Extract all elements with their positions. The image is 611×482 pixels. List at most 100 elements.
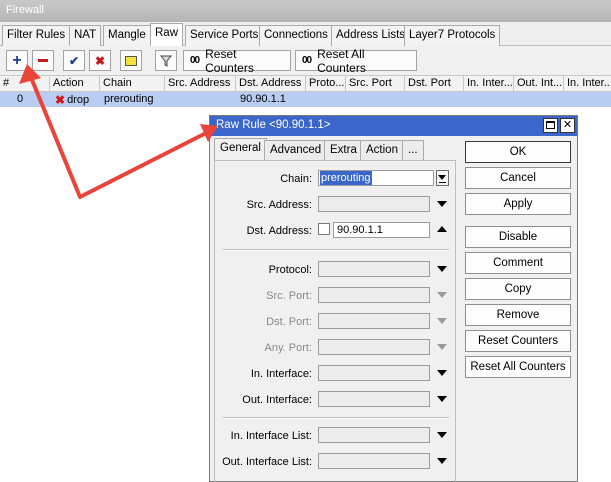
reset-all-counters-button[interactable]: Reset All Counters [465,356,571,378]
divider [223,249,449,251]
chevron-down-icon[interactable] [437,396,447,402]
dialog-tab-action[interactable]: Action [360,140,404,160]
column-header-dst-port[interactable]: Dst. Port [405,76,464,92]
minus-icon [38,59,48,62]
tab-connections[interactable]: Connections [259,25,333,46]
copy-button[interactable]: Copy [465,278,571,300]
reset-counters-button[interactable]: 00 Reset Counters [183,47,291,75]
row-action-label: drop [67,93,90,106]
column-header-number[interactable]: # [0,76,50,92]
column-header-action[interactable]: Action [50,76,100,92]
column-header-src-port[interactable]: Src. Port [346,76,405,92]
column-header-dst-address[interactable]: Dst. Address [236,76,306,92]
ok-button[interactable]: OK [465,141,571,163]
add-button[interactable]: + [6,50,28,71]
drop-icon: ✖ [55,92,66,107]
reset-counters-button[interactable]: Reset Counters [465,330,571,352]
tab-nat[interactable]: NAT [69,25,102,46]
dialog-tab-advanced[interactable]: Advanced [264,140,328,160]
cross-icon: ✖ [94,53,106,68]
tab-raw[interactable]: Raw [150,23,184,47]
row-chain: prerouting [104,93,154,105]
dst-port-expand-icon [437,318,447,324]
filter-button[interactable] [155,50,177,71]
cancel-button[interactable]: Cancel [465,167,571,189]
row-action: ✖ drop [52,92,92,107]
row-number: 0 [17,93,24,105]
column-header-src-address[interactable]: Src. Address [165,76,236,92]
dst-port-input[interactable] [318,313,430,329]
src-address-expand-icon[interactable] [437,201,447,207]
dst-address-input[interactable]: 90.90.1.1 [333,222,430,238]
funnel-icon [160,55,172,67]
plus-icon: + [12,51,22,69]
reset-all-counters-label: Reset All Counters [317,46,366,75]
column-header-protocol[interactable]: Proto... [306,76,346,92]
note-icon [125,55,137,66]
reset-counters-label: Reset Counters [205,46,254,75]
window-titlebar: Firewall [0,0,611,22]
window-title: Firewall [6,4,44,16]
remove-button[interactable] [32,50,54,71]
chevron-down-icon[interactable] [437,432,447,438]
src-port-label: Src. Port: [266,290,312,302]
chevron-down-icon [438,175,446,180]
dst-address-invert-checkbox[interactable] [318,223,330,235]
chain-dropdown-button[interactable] [436,170,449,186]
chain-value: prerouting [320,171,372,185]
enable-button[interactable]: ✔ [63,50,85,71]
chevron-down-icon[interactable] [437,266,447,272]
close-icon[interactable]: ✕ [560,118,575,133]
column-header-in-interface-list[interactable]: In. Inter... [564,76,611,92]
dialog-title: Raw Rule <90.90.1.1> [216,119,331,131]
chevron-down-icon[interactable] [437,458,447,464]
remove-button[interactable]: Remove [465,304,571,326]
counter-icon: 00 [302,55,312,66]
column-header-chain[interactable]: Chain [100,76,165,92]
raw-rule-dialog: Raw Rule <90.90.1.1> ✕ General Advanced … [209,115,578,482]
dialog-tab-general[interactable]: General [214,138,267,161]
reset-all-counters-button[interactable]: 00 Reset All Counters [295,47,417,75]
comment-button[interactable]: Comment [465,252,571,274]
table-header: # Action Chain Src. Address Dst. Address… [0,75,611,92]
disable-button[interactable]: Disable [465,226,571,248]
column-header-in-interface[interactable]: In. Inter... [464,76,514,92]
tab-filter-rules[interactable]: Filter Rules [2,25,71,46]
tab-mangle[interactable]: Mangle [103,25,151,46]
dst-address-label: Dst. Address: [246,225,312,237]
in-interface-list-select[interactable] [318,427,430,443]
tab-address-lists[interactable]: Address Lists [331,25,411,46]
column-header-out-interface[interactable]: Out. Int... [514,76,564,92]
out-interface-label: Out. Interface: [242,394,312,406]
tab-layer7-protocols[interactable]: Layer7 Protocols [404,25,501,46]
dst-address-collapse-icon[interactable] [437,226,447,232]
comment-button[interactable] [120,50,142,71]
table-row[interactable]: 0 ✖ drop prerouting 90.90.1.1 [0,92,611,107]
chevron-down-icon[interactable] [437,370,447,376]
tab-service-ports[interactable]: Service Ports [185,25,264,46]
maximize-icon[interactable] [543,118,558,133]
in-interface-list-label: In. Interface List: [230,430,312,442]
out-interface-list-select[interactable] [318,453,430,469]
any-port-expand-icon [437,344,447,350]
general-panel: Chain: prerouting Src. Address: Dst. Add… [214,160,456,482]
dialog-tab-extra[interactable]: Extra [324,140,363,160]
any-port-input[interactable] [318,339,430,355]
protocol-label: Protocol: [268,264,312,276]
in-interface-label: In. Interface: [250,368,312,380]
out-interface-select[interactable] [318,391,430,407]
divider [223,417,449,419]
dialog-titlebar[interactable]: Raw Rule <90.90.1.1> ✕ [210,116,577,136]
any-port-label: Any. Port: [264,342,312,354]
apply-button[interactable]: Apply [465,193,571,215]
src-port-input[interactable] [318,287,430,303]
row-dst-address: 90.90.1.1 [240,93,286,105]
in-interface-select[interactable] [318,365,430,381]
chain-select[interactable]: prerouting [318,170,434,186]
check-icon: ✔ [68,53,80,68]
dialog-tab-more[interactable]: ... [402,140,424,160]
disable-button[interactable]: ✖ [89,50,111,71]
src-address-input[interactable] [318,196,430,212]
protocol-select[interactable] [318,261,430,277]
dst-port-label: Dst. Port: [266,316,312,328]
